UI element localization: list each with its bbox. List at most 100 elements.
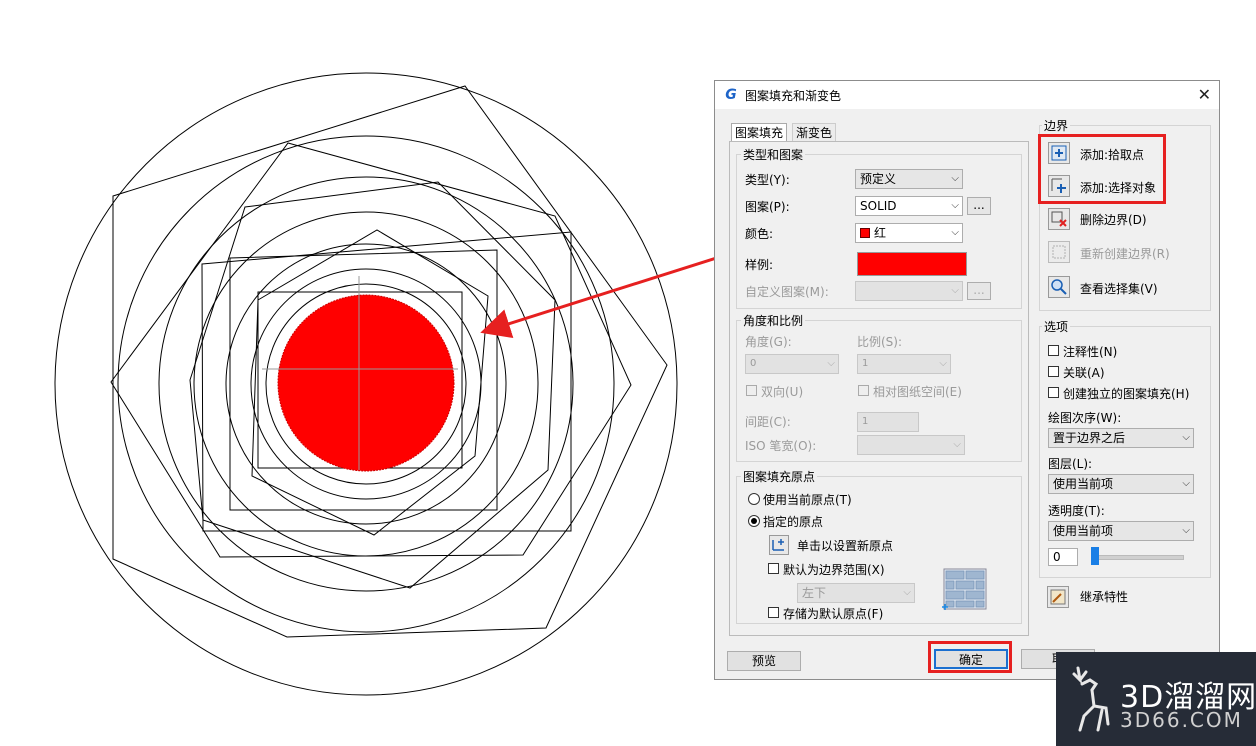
transparency-slider-thumb[interactable] [1091, 547, 1099, 565]
type-pattern-group: 类型和图案 类型(Y): 预定义 ⌵ 图案(P): SOLID ⌵ ... 颜色… [736, 146, 1022, 309]
angle-select[interactable]: 0 ⌵ [745, 354, 839, 374]
layer-value: 使用当前项 [1053, 477, 1114, 491]
dialog-titlebar: G 图案填充和渐变色 ✕ [715, 81, 1219, 109]
preview-button[interactable]: 预览 [727, 651, 801, 671]
highlight-ok-button [928, 641, 1012, 673]
set-origin-icon[interactable] [769, 535, 789, 555]
draw-order-select[interactable]: 置于边界之后 ⌵ [1048, 428, 1194, 448]
color-label: 颜色: [745, 227, 774, 241]
deer-logo-icon [1072, 666, 1110, 732]
magnifier-icon[interactable] [1048, 276, 1070, 298]
transparency-value: 使用当前项 [1053, 524, 1114, 538]
chevron-down-icon: ⌵ [1182, 525, 1190, 536]
pattern-browse-button[interactable]: ... [967, 197, 991, 215]
specified-radio[interactable] [748, 515, 760, 527]
origin-position-value: 左下 [802, 586, 827, 600]
pattern-label: 图案(P): [745, 200, 790, 214]
draw-order-label: 绘图次序(W): [1048, 411, 1122, 425]
scale-select[interactable]: 1 ⌵ [857, 354, 951, 374]
chevron-down-icon: ⌵ [903, 587, 911, 598]
options-group: 选项 注释性(N) 关联(A) 创建独立的图案填充(H) 绘图次序(W): 置于… [1039, 318, 1211, 578]
chevron-down-icon: ⌵ [951, 200, 959, 211]
use-current-radio[interactable] [748, 493, 760, 505]
associative-label: 关联(A) [1063, 366, 1105, 380]
spacing-input[interactable]: 1 [857, 412, 919, 432]
double-checkbox[interactable] [746, 385, 757, 396]
origin-position-select[interactable]: 左下 ⌵ [797, 583, 915, 603]
relative-label: 相对图纸空间(E) [873, 385, 962, 399]
annotative-checkbox[interactable] [1048, 345, 1059, 356]
hatch-panel: 类型和图案 类型(Y): 预定义 ⌵ 图案(P): SOLID ⌵ ... 颜色… [729, 141, 1029, 636]
watermark-url: 3D66.COM [1120, 708, 1243, 732]
separate-hatch-label: 创建独立的图案填充(H) [1063, 387, 1190, 401]
use-current-label: 使用当前原点(T) [763, 493, 852, 507]
view-selection-label[interactable]: 查看选择集(V) [1080, 280, 1158, 297]
transparency-label: 透明度(T): [1048, 504, 1105, 518]
iso-label: ISO 笔宽(O): [745, 439, 817, 453]
group-title-angle-scale: 角度和比例 [741, 312, 806, 329]
custom-pattern-select[interactable]: ⌵ [855, 281, 963, 301]
chevron-down-icon: ⌵ [1182, 432, 1190, 443]
iso-select[interactable]: ⌵ [857, 435, 965, 455]
associative-checkbox[interactable] [1048, 366, 1059, 377]
specified-label: 指定的原点 [763, 515, 824, 529]
group-title-type-pattern: 类型和图案 [741, 146, 806, 163]
color-value: 红 [874, 226, 887, 240]
pattern-select[interactable]: SOLID ⌵ [855, 196, 963, 216]
sample-preview[interactable] [857, 252, 967, 276]
store-default-label: 存储为默认原点(F) [783, 607, 884, 621]
recreate-boundary-icon[interactable] [1048, 241, 1070, 263]
inherit-properties-label[interactable]: 继承特性 [1080, 588, 1128, 605]
highlight-add-boundary [1038, 134, 1166, 204]
default-extent-label: 默认为边界范围(X) [783, 563, 885, 577]
spacing-label: 间距(C): [745, 415, 791, 429]
chevron-down-icon: ⌵ [1182, 478, 1190, 489]
annotative-label: 注释性(N) [1063, 345, 1118, 359]
scale-label: 比例(S): [857, 335, 903, 349]
tab-hatch[interactable]: 图案填充 [731, 123, 788, 142]
color-select[interactable]: 红 ⌵ [855, 223, 963, 243]
angle-value: 0 [750, 358, 757, 369]
group-title-origin: 图案填充原点 [741, 468, 818, 485]
draw-order-value: 置于边界之后 [1053, 431, 1126, 445]
chevron-down-icon: ⌵ [939, 358, 947, 369]
inherit-properties-icon[interactable] [1047, 586, 1069, 608]
remove-boundary-label[interactable]: 删除边界(D) [1080, 211, 1147, 228]
group-title-boundary: 边界 [1042, 117, 1071, 134]
tab-gradient[interactable]: 渐变色 [792, 123, 837, 142]
origin-group: 图案填充原点 使用当前原点(T) 指定的原点 单击以设置新原点 默认为边界范围(… [736, 468, 1022, 624]
pattern-value: SOLID [860, 199, 897, 213]
relative-checkbox[interactable] [858, 385, 869, 396]
red-solid-fill [277, 294, 455, 472]
sample-label: 样例: [745, 258, 774, 272]
custom-pattern-label: 自定义图案(M): [745, 285, 829, 299]
recreate-boundary-label[interactable]: 重新创建边界(R) [1080, 245, 1170, 262]
transparency-number-input[interactable]: 0 [1048, 548, 1078, 566]
chevron-down-icon: ⌵ [951, 227, 959, 238]
chevron-down-icon: ⌵ [951, 285, 959, 296]
brick-pattern-icon [942, 567, 988, 611]
app-logo-icon: G [725, 87, 737, 103]
transparency-slider-track[interactable] [1092, 555, 1184, 560]
chevron-down-icon: ⌵ [951, 173, 959, 184]
click-set-origin-label: 单击以设置新原点 [797, 539, 894, 553]
color-swatch [860, 228, 870, 238]
scale-value: 1 [862, 358, 869, 369]
angle-scale-group: 角度和比例 角度(G): 比例(S): 0 ⌵ 1 ⌵ 双向(U) 相对图纸空间… [736, 312, 1022, 462]
double-label: 双向(U) [761, 385, 804, 399]
store-default-checkbox[interactable] [768, 607, 779, 618]
type-select[interactable]: 预定义 ⌵ [855, 169, 963, 189]
remove-boundary-icon[interactable] [1048, 208, 1070, 230]
default-extent-checkbox[interactable] [768, 563, 779, 574]
separate-hatch-checkbox[interactable] [1048, 387, 1059, 398]
layer-label: 图层(L): [1048, 457, 1093, 471]
transparency-select[interactable]: 使用当前项 ⌵ [1048, 521, 1194, 541]
custom-browse-button[interactable]: ... [967, 282, 991, 300]
close-icon[interactable]: ✕ [1198, 85, 1211, 104]
angle-label: 角度(G): [745, 335, 792, 349]
type-label: 类型(Y): [745, 173, 790, 187]
chevron-down-icon: ⌵ [953, 439, 961, 450]
chevron-down-icon: ⌵ [827, 358, 835, 369]
layer-select[interactable]: 使用当前项 ⌵ [1048, 474, 1194, 494]
watermark: 3D溜溜网 3D66.COM [1056, 652, 1256, 746]
